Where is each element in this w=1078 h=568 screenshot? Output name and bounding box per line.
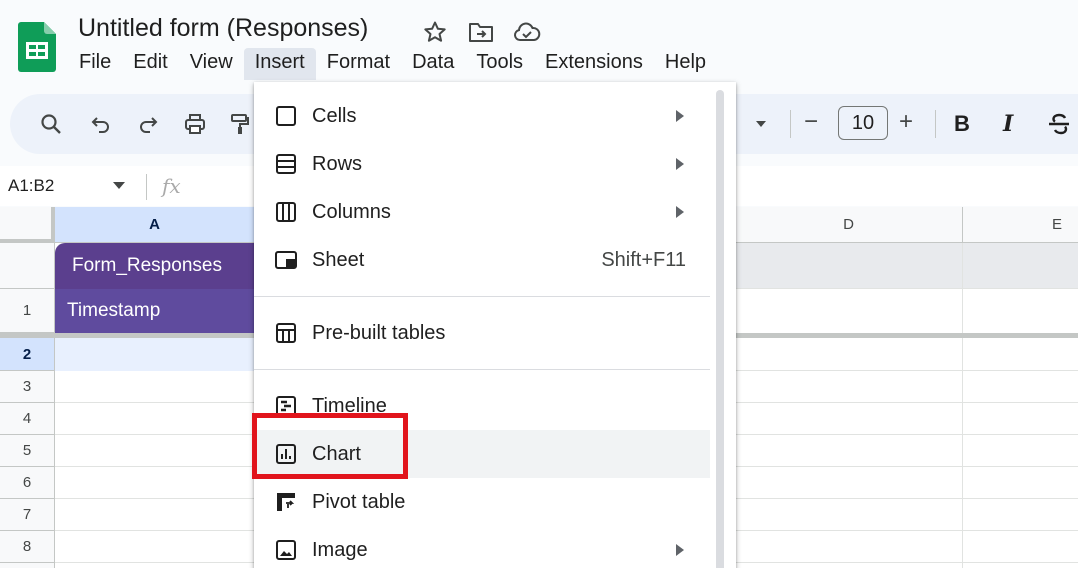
row-header-2[interactable]: 2 xyxy=(0,338,55,371)
menu-item-rows[interactable]: Rows xyxy=(254,140,710,188)
cell-icon xyxy=(274,104,298,128)
column-header-a[interactable]: A xyxy=(55,207,255,243)
italic-button[interactable]: I xyxy=(1003,111,1013,137)
paint-format-icon[interactable] xyxy=(225,109,255,139)
menu-item-label: Pivot table xyxy=(312,490,406,513)
sheets-logo-icon[interactable] xyxy=(18,22,56,72)
table-name-chip[interactable]: Form_Responses xyxy=(55,243,255,289)
shortcut-label: Shift+F11 xyxy=(601,248,686,271)
menu-item-pivot-table[interactable]: Pivot table xyxy=(254,478,710,526)
menu-file[interactable]: File xyxy=(68,48,122,80)
columns-icon xyxy=(274,200,298,224)
font-size-input[interactable]: 10 xyxy=(838,106,888,140)
cloud-saved-icon[interactable] xyxy=(512,17,542,47)
insert-menu-dropdown: Cells Rows Columns Sheet Shift+F11 Pre-b… xyxy=(254,82,736,568)
row-header-6[interactable]: 6 xyxy=(0,467,55,499)
row-header-3[interactable]: 3 xyxy=(0,371,55,403)
table-icon xyxy=(274,321,298,345)
menu-item-pre-built-tables[interactable]: Pre-built tables xyxy=(254,309,710,357)
selected-cell-range[interactable] xyxy=(55,338,255,371)
chart-highlight-box xyxy=(252,413,408,479)
rows-icon xyxy=(274,152,298,176)
document-title[interactable]: Untitled form (Responses) xyxy=(78,14,368,43)
menu-extensions[interactable]: Extensions xyxy=(534,48,654,80)
search-menus-icon[interactable] xyxy=(36,109,66,139)
column-header-e[interactable]: E xyxy=(963,207,1078,243)
menu-item-label: Cells xyxy=(312,104,357,127)
menu-format[interactable]: Format xyxy=(316,48,401,80)
row-header-4[interactable]: 4 xyxy=(0,403,55,435)
menu-item-sheet[interactable]: Sheet Shift+F11 xyxy=(254,236,710,284)
menu-item-label: Image xyxy=(312,538,368,561)
table-column-header-timestamp[interactable]: Timestamp xyxy=(55,289,255,333)
row-header-5[interactable]: 5 xyxy=(0,435,55,467)
menu-insert[interactable]: Insert xyxy=(243,48,316,80)
row-header-1[interactable]: 1 xyxy=(0,289,55,333)
menu-view[interactable]: View xyxy=(179,48,244,80)
menu-item-columns[interactable]: Columns xyxy=(254,188,710,236)
submenu-arrow-icon xyxy=(676,158,684,170)
menu-item-label: Columns xyxy=(312,200,391,223)
name-box-dropdown-icon[interactable] xyxy=(113,182,125,189)
strikethrough-icon[interactable] xyxy=(1044,109,1074,139)
increase-font-size-button[interactable]: + xyxy=(899,108,913,136)
print-icon[interactable] xyxy=(180,109,210,139)
menu-item-label: Pre-built tables xyxy=(312,321,446,344)
decrease-font-size-button[interactable]: − xyxy=(804,108,818,136)
row-header-8[interactable]: 8 xyxy=(0,531,55,563)
menu-item-image[interactable]: Image xyxy=(254,526,710,568)
name-box[interactable]: A1:B2 xyxy=(8,176,54,196)
menu-data[interactable]: Data xyxy=(401,48,465,80)
menu-bar: File Edit View Insert Format Data Tools … xyxy=(68,48,717,82)
column-header-d[interactable]: D xyxy=(735,207,963,243)
submenu-arrow-icon xyxy=(676,544,684,556)
bold-button[interactable]: B xyxy=(954,111,970,137)
redo-icon[interactable] xyxy=(133,109,163,139)
menu-scrollbar[interactable] xyxy=(716,90,724,568)
menu-item-label: Sheet xyxy=(312,248,365,271)
fx-icon: fx xyxy=(162,174,181,198)
menu-edit[interactable]: Edit xyxy=(122,48,178,80)
row-header-7[interactable]: 7 xyxy=(0,499,55,531)
pivot-table-icon xyxy=(274,490,298,514)
sheet-icon xyxy=(274,248,298,272)
menu-help[interactable]: Help xyxy=(654,48,717,80)
menu-tools[interactable]: Tools xyxy=(465,48,534,80)
menu-item-label: Rows xyxy=(312,152,363,175)
image-icon xyxy=(274,538,298,562)
submenu-arrow-icon xyxy=(676,110,684,122)
table-header-band xyxy=(735,243,1078,289)
star-icon[interactable] xyxy=(420,17,450,47)
menu-item-cells[interactable]: Cells xyxy=(254,92,710,140)
select-all-corner[interactable] xyxy=(0,207,55,243)
submenu-arrow-icon xyxy=(676,206,684,218)
font-dropdown-icon[interactable] xyxy=(746,109,776,139)
undo-icon[interactable] xyxy=(86,109,116,139)
move-folder-icon[interactable] xyxy=(466,17,496,47)
